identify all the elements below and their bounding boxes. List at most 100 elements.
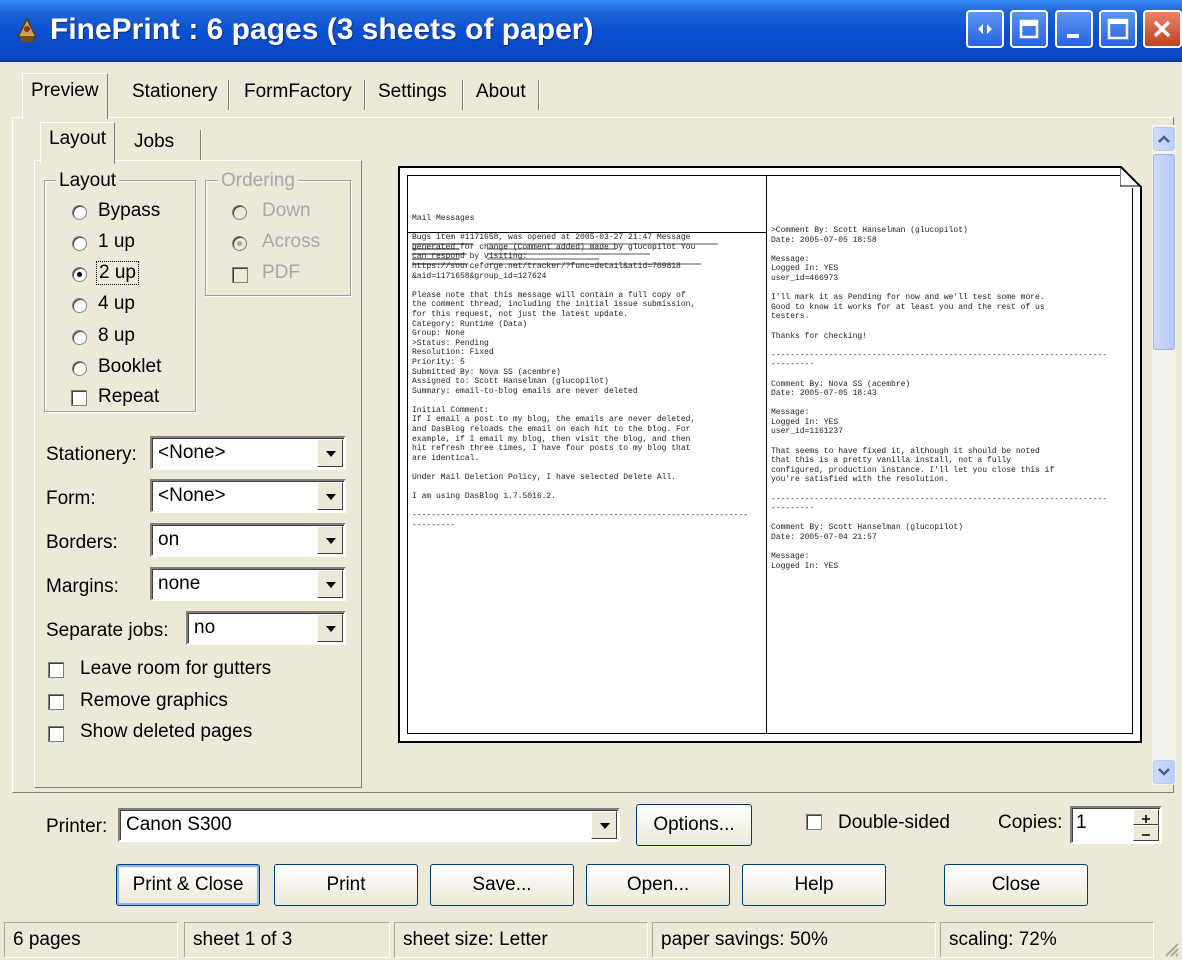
radio-4up-label: 4 up [98, 293, 135, 314]
save-button[interactable]: Save... [430, 864, 574, 906]
printer-label: Printer: [46, 816, 108, 837]
copies-label: Copies: [998, 812, 1063, 833]
status-page-count: 6 pages [4, 922, 178, 958]
repeat-checkbox[interactable] [71, 390, 87, 406]
print-button[interactable]: Print [274, 864, 418, 906]
borders-select[interactable]: on [150, 523, 346, 557]
margins-value: none [158, 573, 201, 594]
arrows-icon [978, 24, 992, 34]
tab-divider [200, 130, 202, 160]
radio-booklet-label: Booklet [98, 356, 162, 377]
form-label: Form: [46, 488, 96, 509]
status-sheet: sheet 1 of 3 [184, 922, 390, 958]
tab-divider [228, 80, 230, 110]
spin-up-button[interactable] [1133, 809, 1159, 825]
remove-graphics-checkbox[interactable] [48, 694, 64, 710]
chevron-down-icon[interactable] [317, 482, 343, 510]
tab-divider [462, 80, 464, 110]
separate-jobs-label: Separate jobs: [46, 620, 169, 641]
radio-down-label: Down [262, 200, 311, 221]
margins-label: Margins: [46, 576, 119, 597]
printer-value: Canon S300 [126, 814, 232, 835]
stationery-label: Stationery: [46, 444, 137, 465]
pdf-checkbox[interactable] [232, 267, 248, 283]
show-deleted-pages-checkbox[interactable] [48, 726, 64, 742]
radio-8up-label: 8 up [98, 325, 135, 346]
borders-label: Borders: [46, 532, 118, 553]
left-page-preview: Mail Messages Bugs item #1171658, was op… [412, 214, 749, 530]
remove-graphics-label: Remove graphics [80, 690, 228, 711]
scroll-down-button[interactable] [1153, 760, 1175, 784]
help-button[interactable]: Help [742, 864, 886, 906]
status-paper-savings: paper savings: 50% [652, 922, 936, 958]
radio-4up[interactable] [72, 298, 87, 313]
maximize-button[interactable] [1099, 10, 1137, 48]
subtab-jobs[interactable]: Jobs [126, 126, 182, 162]
tab-preview[interactable]: Preview [22, 73, 108, 119]
close-button[interactable]: Close [944, 864, 1088, 906]
window-icon [1019, 19, 1039, 39]
radio-1up[interactable] [72, 236, 87, 251]
radio-booklet[interactable] [72, 361, 87, 376]
fineprint-app-icon [16, 17, 38, 42]
radio-8up[interactable] [72, 330, 87, 345]
options-button[interactable]: Options... [636, 804, 752, 846]
pdf-label: PDF [262, 262, 300, 283]
rollup-button[interactable] [1010, 10, 1048, 48]
tab-settings[interactable]: Settings [370, 75, 455, 115]
chevron-down-icon[interactable] [317, 439, 343, 467]
close-icon [1153, 20, 1171, 38]
radio-across-label: Across [262, 231, 321, 252]
radio-1up-label: 1 up [98, 231, 135, 252]
stationery-select[interactable]: <None> [150, 436, 346, 470]
double-sided-label: Double-sided [838, 812, 950, 833]
radio-down[interactable] [232, 205, 247, 220]
right-page-preview: >Comment By: Scott Hanselman (glucopilot… [771, 226, 1108, 571]
restore-icon-button[interactable] [966, 10, 1004, 48]
radio-bypass[interactable] [72, 205, 87, 220]
resize-grip-icon[interactable] [1160, 938, 1180, 958]
chevron-down-icon[interactable] [317, 614, 343, 642]
chevron-down-icon[interactable] [317, 526, 343, 554]
repeat-label: Repeat [98, 386, 160, 407]
subtab-layout[interactable]: Layout [40, 122, 116, 164]
scroll-thumb[interactable] [1153, 154, 1175, 350]
radio-2up[interactable] [72, 267, 87, 282]
copies-spinner[interactable]: 1 [1070, 806, 1162, 844]
leave-room-gutters-label: Leave room for gutters [80, 658, 272, 679]
double-sided-checkbox[interactable] [806, 814, 822, 830]
print-and-close-button[interactable]: Print & Close [116, 864, 260, 906]
spin-down-button[interactable] [1133, 825, 1159, 841]
radio-across[interactable] [232, 236, 247, 251]
ordering-group-legend: Ordering [218, 170, 298, 192]
tab-formfactory[interactable]: FormFactory [236, 75, 360, 115]
minus-icon [1142, 834, 1150, 836]
maximize-icon [1107, 18, 1129, 40]
close-window-button[interactable] [1143, 10, 1182, 48]
scroll-up-button[interactable] [1153, 127, 1175, 151]
plus-icon [1142, 815, 1150, 823]
chevron-down-icon[interactable] [317, 570, 343, 598]
open-button[interactable]: Open... [586, 864, 730, 906]
printer-select[interactable]: Canon S300 [118, 808, 620, 842]
tab-about[interactable]: About [468, 75, 534, 115]
radio-2up-label: 2 up [96, 261, 139, 285]
copies-value: 1 [1076, 812, 1087, 833]
status-scaling: scaling: 72% [940, 922, 1154, 958]
window-title: FinePrint : 6 pages (3 sheets of paper) [50, 13, 594, 46]
form-select[interactable]: <None> [150, 479, 346, 513]
minimize-icon [1067, 34, 1079, 38]
leave-room-gutters-checkbox[interactable] [48, 662, 64, 678]
margins-select[interactable]: none [150, 567, 346, 601]
tab-stationery[interactable]: Stationery [124, 75, 226, 115]
page-divider [766, 176, 767, 733]
separate-jobs-value: no [194, 617, 216, 638]
minimize-button[interactable] [1055, 10, 1093, 48]
separate-jobs-select[interactable]: no [186, 611, 346, 645]
chevron-up-icon [1158, 135, 1170, 143]
form-value: <None> [158, 485, 226, 506]
show-deleted-pages-label: Show deleted pages [80, 721, 253, 742]
layout-group-legend: Layout [56, 170, 120, 192]
chevron-down-icon[interactable] [591, 811, 617, 839]
stationery-value: <None> [158, 442, 226, 463]
